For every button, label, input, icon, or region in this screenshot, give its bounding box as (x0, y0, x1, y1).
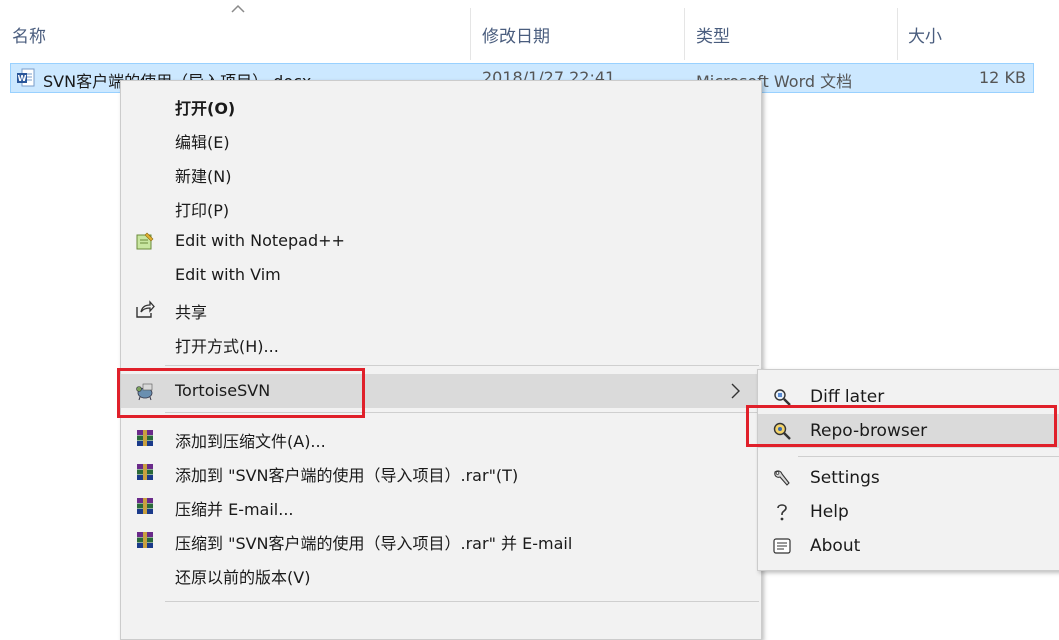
menu-item-label: 还原以前的版本(V) (175, 568, 311, 587)
submenu-item-help[interactable]: Help (758, 495, 1059, 529)
tortoisesvn-submenu: Diff later Repo-browser Settings Help Ab (757, 369, 1059, 571)
chevron-right-icon (731, 383, 740, 399)
column-divider[interactable] (897, 8, 898, 60)
winrar-icon (137, 498, 153, 514)
about-icon (773, 538, 791, 554)
winrar-icon (137, 532, 153, 548)
svg-text:W: W (18, 74, 27, 83)
menu-item-label: 新建(N) (175, 167, 232, 186)
menu-item-label: 添加到 "SVN客户端的使用（导入项目）.rar"(T) (175, 466, 519, 485)
file-size: 12 KB (979, 68, 1026, 87)
menu-separator (165, 601, 759, 602)
submenu-item-label: Help (810, 502, 849, 522)
menu-item-add-to-archive[interactable]: 添加到压缩文件(A)... (121, 421, 761, 455)
annotation-box-repo-browser (746, 405, 1057, 447)
column-divider[interactable] (684, 8, 685, 60)
context-menu: 打开(O) 编辑(E) 新建(N) 打印(P) Edit with Notepa… (120, 80, 762, 640)
menu-item-label: 共享 (175, 303, 208, 322)
menu-item-label: 编辑(E) (175, 133, 230, 152)
submenu-item-settings[interactable]: Settings (758, 461, 1059, 495)
column-size[interactable]: 大小 (908, 22, 942, 47)
winrar-icon (137, 464, 153, 480)
menu-item-open-with[interactable]: 打开方式(H)... (121, 326, 761, 360)
menu-item-add-to-rar[interactable]: 添加到 "SVN客户端的使用（导入项目）.rar"(T) (121, 455, 761, 489)
notepad-plus-plus-icon (136, 232, 154, 250)
menu-item-share[interactable]: 共享 (121, 292, 761, 326)
menu-item-compress-email[interactable]: 压缩并 E-mail... (121, 489, 761, 523)
menu-item-open[interactable]: 打开(O) (121, 88, 761, 122)
menu-item-label: 压缩到 "SVN客户端的使用（导入项目）.rar" 并 E-mail (175, 534, 573, 553)
submenu-item-about[interactable]: About (758, 529, 1059, 563)
menu-item-edit-notepad[interactable]: Edit with Notepad++ (121, 224, 761, 258)
column-modified[interactable]: 修改日期 (482, 22, 550, 47)
help-icon (777, 504, 787, 521)
menu-item-label: Edit with Vim (175, 265, 281, 284)
annotation-box-tortoisesvn (117, 368, 365, 418)
word-document-icon: W (17, 68, 35, 87)
submenu-item-label: Diff later (810, 387, 885, 407)
menu-item-label: 压缩并 E-mail... (175, 500, 294, 519)
submenu-item-label: Settings (810, 468, 880, 488)
winrar-icon (137, 430, 153, 446)
sort-up-icon (231, 4, 245, 13)
menu-item-edit-vim[interactable]: Edit with Vim (121, 258, 761, 292)
menu-item-new[interactable]: 新建(N) (121, 156, 761, 190)
share-icon (136, 300, 155, 318)
menu-item-edit[interactable]: 编辑(E) (121, 122, 761, 156)
menu-item-print[interactable]: 打印(P) (121, 190, 761, 224)
menu-item-label: 打印(P) (175, 201, 230, 220)
column-type[interactable]: 类型 (696, 22, 730, 47)
menu-item-label: Edit with Notepad++ (175, 231, 345, 250)
submenu-item-label: About (810, 536, 861, 556)
menu-item-label: 打开方式(H)... (175, 337, 279, 356)
settings-icon (774, 470, 790, 486)
menu-item-label: 添加到压缩文件(A)... (175, 432, 326, 451)
menu-item-restore-previous[interactable]: 还原以前的版本(V) (121, 557, 761, 591)
column-header: 名称 修改日期 类型 大小 (0, 0, 1059, 62)
diff-magnifier-icon (774, 389, 791, 406)
submenu-separator (798, 456, 1059, 457)
column-divider[interactable] (470, 8, 471, 60)
menu-separator (165, 365, 759, 366)
column-name[interactable]: 名称 (12, 22, 46, 47)
menu-item-label: 打开(O) (175, 99, 236, 118)
menu-item-compress-to-rar-email[interactable]: 压缩到 "SVN客户端的使用（导入项目）.rar" 并 E-mail (121, 523, 761, 557)
